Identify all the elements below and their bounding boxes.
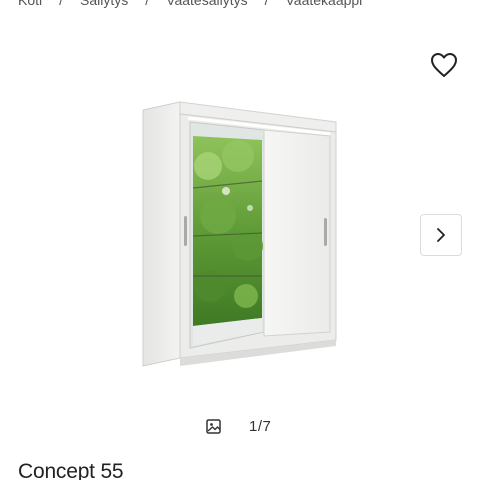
breadcrumb-separator: / xyxy=(59,0,64,8)
breadcrumb-link-koti[interactable]: Koti xyxy=(18,0,42,8)
heart-outline-icon xyxy=(431,53,457,77)
image-counter: 1/7 xyxy=(249,418,272,435)
wardrobe-image xyxy=(142,101,337,367)
breadcrumb-separator: / xyxy=(145,0,150,8)
breadcrumb-link-vaatekaappi[interactable]: Vaatekaappi xyxy=(285,0,362,8)
image-gallery-icon[interactable] xyxy=(205,418,223,436)
breadcrumb-separator: / xyxy=(264,0,269,8)
next-image-button[interactable] xyxy=(420,214,462,256)
product-title: Concept 55 xyxy=(18,460,124,480)
breadcrumb: Koti / Säilytys / Vaatesäilytys / Vaatek… xyxy=(18,0,362,8)
favorite-button[interactable] xyxy=(428,50,460,80)
breadcrumb-link-sailytys[interactable]: Säilytys xyxy=(80,0,128,8)
product-image[interactable] xyxy=(138,96,342,372)
breadcrumb-link-vaatesailytys[interactable]: Vaatesäilytys xyxy=(166,0,247,8)
chevron-right-icon xyxy=(437,228,445,242)
